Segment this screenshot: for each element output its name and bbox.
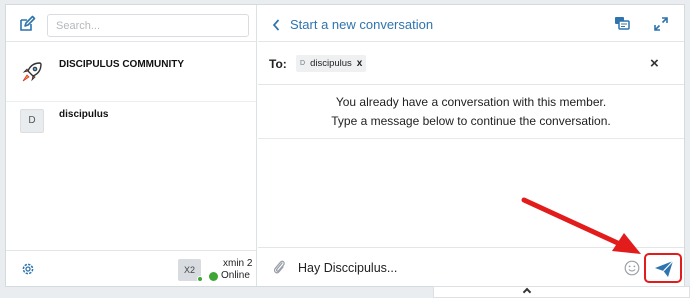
emoji-icon[interactable] (624, 260, 640, 276)
conversation-item-discipulus-community[interactable]: DISCIPULUS COMMUNITY (6, 49, 256, 101)
compose-icon[interactable] (17, 14, 37, 34)
chip-name: discipulus (310, 58, 352, 69)
message-composer (258, 247, 684, 286)
chevron-left-icon[interactable] (272, 18, 280, 31)
conversation-sidebar: DISCIPULUS COMMUNITY D discipulus X2 xmi… (6, 5, 257, 286)
recipient-chip: D discipulus x (296, 55, 367, 72)
chat-window: DISCIPULUS COMMUNITY D discipulus X2 xmi… (5, 4, 685, 287)
message-input[interactable] (298, 256, 608, 280)
chip-avatar: D (300, 60, 306, 67)
remove-recipient-button[interactable]: x (357, 58, 363, 69)
online-indicator (197, 276, 203, 282)
avatar: D (20, 109, 44, 133)
send-button[interactable] (644, 253, 682, 283)
conversation-name: discipulus (59, 109, 109, 120)
recipient-row: To: D discipulus x × (258, 43, 684, 85)
existing-conversation-notice: You already have a conversation with thi… (258, 93, 684, 131)
conversation-name: DISCIPULUS COMMUNITY (59, 59, 184, 70)
divider (258, 138, 684, 139)
recipient-label: To: (269, 57, 287, 71)
expand-icon[interactable] (654, 17, 668, 31)
paperclip-icon[interactable] (272, 258, 286, 276)
status-dot (209, 272, 218, 281)
notice-line: Type a message below to continue the con… (331, 114, 611, 128)
chevron-up-icon (522, 287, 532, 297)
notice-line: You already have a conversation with thi… (335, 95, 607, 109)
partial-popup (433, 286, 690, 298)
panel-header: Start a new conversation (258, 5, 684, 42)
send-icon (654, 260, 674, 278)
search-input[interactable] (47, 14, 249, 37)
conversation-panel: Start a new conversation To: D discipulu… (258, 5, 684, 286)
popout-icon[interactable] (614, 15, 630, 31)
rocket-icon (20, 60, 44, 84)
sidebar-footer: X2 xmin 2 Online (6, 250, 256, 286)
conversation-item-discipulus[interactable]: D discipulus (6, 101, 256, 153)
user-status[interactable]: Online (221, 270, 250, 281)
gear-icon[interactable] (21, 262, 35, 276)
close-icon[interactable]: × (650, 55, 659, 72)
page-title: Start a new conversation (290, 17, 434, 32)
sidebar-header (6, 5, 256, 42)
user-name: xmin 2 (223, 258, 253, 269)
